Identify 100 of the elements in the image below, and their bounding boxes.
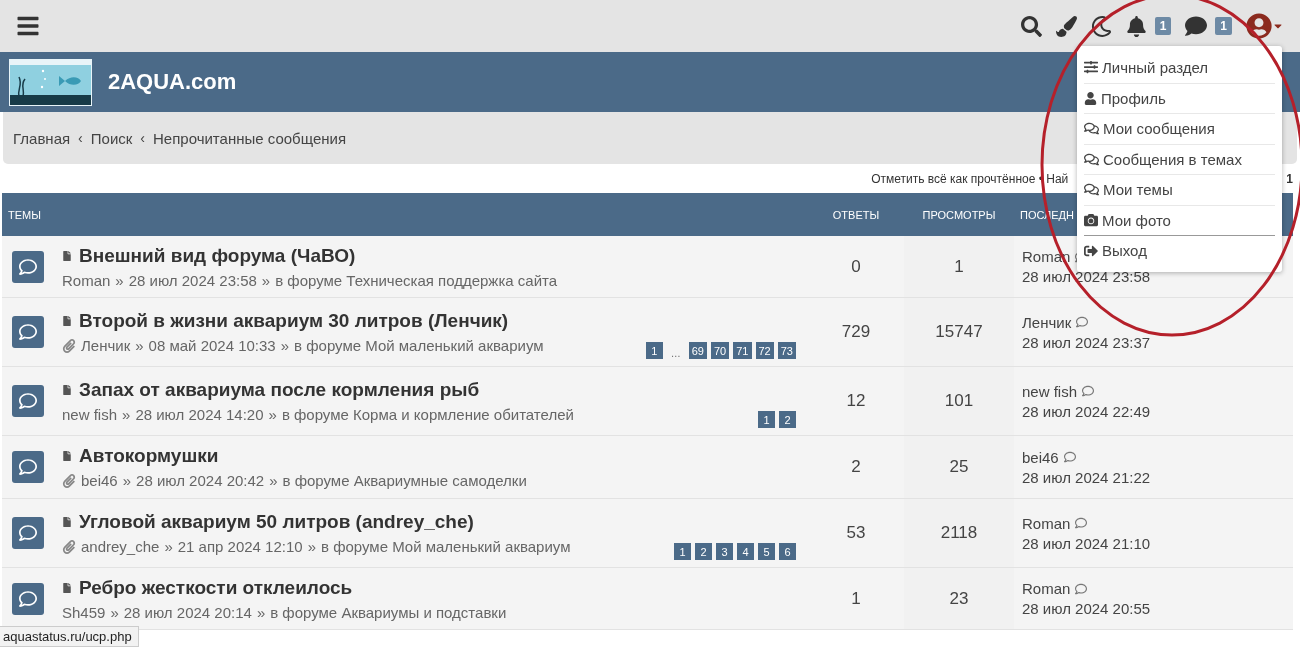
topic-author[interactable]: new fish [62, 406, 118, 423]
menu-item[interactable]: Профиль [1084, 82, 1275, 113]
topic-author[interactable]: Sh459 [62, 603, 106, 621]
page-link[interactable]: 71 [733, 342, 752, 359]
menu-item[interactable]: Сообщения в темах [1084, 143, 1275, 174]
notifications-button[interactable] [1125, 15, 1147, 37]
page-link[interactable]: 72 [755, 342, 774, 359]
meta-separator: » [307, 538, 316, 555]
comments-icon [1084, 182, 1099, 198]
menu-item[interactable]: Мои сообщения [1084, 113, 1275, 144]
last-post-date: 28 июл 2024 22:49 [1022, 402, 1152, 420]
search-button[interactable] [1020, 15, 1042, 37]
page-link[interactable]: 1 [674, 543, 691, 560]
topic-forum: в форуме Мой маленький аквариум [321, 538, 571, 555]
meta-separator: » [268, 406, 277, 423]
replies-count: 2 [851, 457, 861, 477]
breadcrumb-link[interactable]: Непрочитанные сообщения [153, 129, 346, 147]
meta-separator: » [122, 472, 132, 489]
messages-button[interactable] [1185, 15, 1208, 37]
meta-separator: » [164, 538, 173, 555]
topic-date: 21 апр 2024 12:10 [177, 538, 303, 555]
topic-title[interactable]: Запах от аквариума после кормления рыб [79, 379, 480, 401]
logout-icon [1084, 243, 1098, 258]
views-count: 15747 [935, 322, 983, 342]
topic-title[interactable]: Угловой аквариум 50 литров (andrey_che) [79, 511, 474, 533]
topic-title[interactable]: Внешний вид форума (ЧаВО) [79, 244, 356, 267]
page-number: 1 [1286, 172, 1293, 186]
topic-forum: в форуме Аквариумные самоделки [282, 472, 527, 489]
last-post-date: 28 июл 2024 21:10 [1022, 534, 1152, 552]
replies-count: 12 [846, 391, 866, 411]
views-count: 25 [949, 457, 969, 477]
topic-title[interactable]: Автокормушки [79, 445, 219, 467]
sliders-icon [1084, 60, 1098, 75]
page-link[interactable]: 2 [779, 411, 796, 428]
last-post-date: 28 июл 2024 23:58 [1022, 268, 1152, 285]
breadcrumb-link[interactable]: Главная [13, 129, 71, 147]
status-url: aquastatus.ru/ucp.php [0, 626, 139, 647]
paintbrush-button[interactable] [1055, 15, 1077, 37]
last-post-author[interactable]: Roman [1022, 580, 1071, 597]
topic-author[interactable]: bei46 [81, 472, 118, 489]
replies-count: 53 [846, 523, 866, 543]
avatar-icon [1246, 13, 1272, 39]
message-count: 1 [1215, 17, 1232, 35]
page-link[interactable]: 2 [695, 543, 712, 560]
document-icon [62, 517, 72, 527]
meta-separator: » [122, 406, 131, 423]
replies-count: 0 [851, 256, 861, 277]
site-title[interactable]: 2AQUA.com [108, 69, 237, 95]
topic-forum: в форуме Аквариумы и подставки [270, 603, 507, 621]
views-count: 23 [949, 588, 969, 609]
last-post-date: 28 июл 2024 20:55 [1022, 600, 1152, 617]
camera-icon [1084, 213, 1098, 228]
topic-author[interactable]: Ленчик [81, 337, 131, 354]
user-avatar-button[interactable] [1246, 13, 1284, 39]
topic-forum: в форуме Корма и кормление обитателей [281, 406, 574, 423]
page-link[interactable]: 3 [716, 543, 733, 560]
topic-icon [12, 316, 44, 348]
document-icon [62, 451, 72, 461]
page-link[interactable]: 6 [779, 543, 796, 560]
menu-item[interactable]: Мои фото [1084, 204, 1275, 235]
topic-author[interactable]: Roman [62, 271, 111, 289]
last-post-author[interactable]: new fish [1022, 382, 1078, 400]
menu-button[interactable] [16, 14, 40, 38]
topic-author[interactable]: andrey_che [81, 538, 160, 555]
breadcrumb-separator: ‹ [78, 130, 83, 146]
page-link[interactable]: 1 [645, 342, 663, 359]
moon-button[interactable] [1090, 15, 1112, 37]
topic-icon [12, 250, 44, 283]
replies-count: 729 [841, 322, 871, 342]
page-link[interactable]: 5 [758, 543, 775, 560]
topic-icon [12, 582, 44, 615]
last-post-date: 28 июл 2024 23:37 [1022, 333, 1152, 351]
last-post-author[interactable]: Roman [1022, 514, 1071, 532]
breadcrumb-separator: ‹ [140, 130, 145, 146]
last-post-author[interactable]: Ленчик [1022, 313, 1072, 331]
document-icon [62, 250, 72, 261]
page-link[interactable]: 1 [758, 411, 775, 428]
topic-date: 28 июл 2024 20:14 [123, 603, 252, 621]
comments-icon [1084, 121, 1099, 137]
menu-item[interactable]: Мои темы [1084, 174, 1275, 205]
page-link[interactable]: 4 [737, 543, 754, 560]
page-link[interactable]: 73 [777, 342, 796, 359]
topic-title[interactable]: Ребро жесткости отклеилось [79, 576, 353, 599]
menu-item[interactable]: Личный раздел [1084, 52, 1275, 83]
meta-separator: » [110, 603, 119, 621]
topic-date: 28 июл 2024 20:42 [136, 472, 265, 489]
meta-separator: » [135, 337, 144, 354]
meta-separator: » [269, 472, 278, 489]
page-link[interactable]: 70 [711, 342, 730, 359]
last-post-author[interactable]: bei46 [1022, 448, 1059, 466]
breadcrumb-link[interactable]: Поиск [90, 129, 133, 147]
menu-item[interactable]: Выход [1084, 235, 1275, 266]
user-icon [1084, 91, 1097, 105]
page-link[interactable]: 69 [688, 342, 707, 359]
topic-title[interactable]: Второй в жизни аквариум 30 литров (Ленчик) [79, 310, 509, 332]
column-header: ПРОСМОТРЫ [922, 208, 996, 221]
meta-separator: » [256, 603, 266, 621]
topic-forum: в форуме Техническая поддержка сайта [275, 271, 558, 289]
topic-date: 28 июл 2024 14:20 [135, 406, 264, 423]
aquarium-logo[interactable] [9, 58, 92, 106]
